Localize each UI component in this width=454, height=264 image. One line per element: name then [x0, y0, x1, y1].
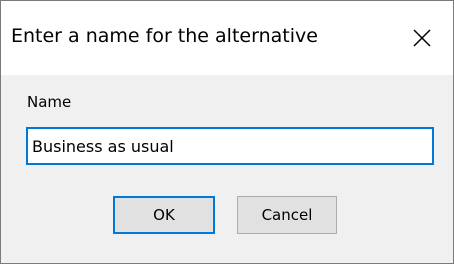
cancel-button[interactable]: Cancel: [237, 196, 337, 234]
ok-button[interactable]: OK: [113, 196, 215, 234]
name-label: Name: [27, 93, 72, 111]
dialog-title: Enter a name for the alternative: [11, 25, 318, 47]
close-button[interactable]: [391, 1, 453, 75]
title-bar: Enter a name for the alternative: [1, 1, 453, 75]
name-input[interactable]: [26, 127, 434, 165]
close-icon: [413, 29, 431, 47]
name-alternative-dialog: Enter a name for the alternative Name OK…: [0, 0, 454, 264]
